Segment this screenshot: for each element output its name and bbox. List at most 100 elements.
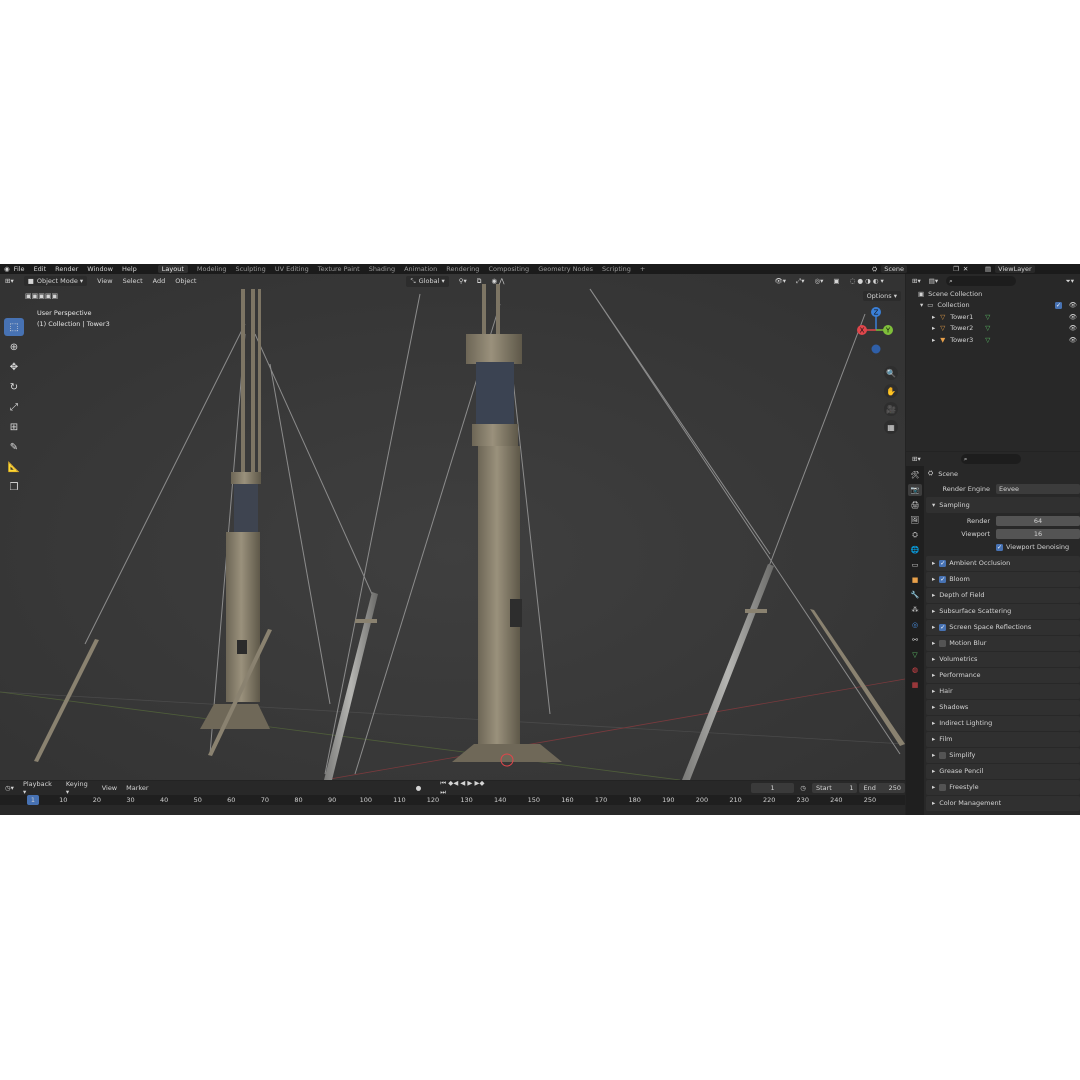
play-icon[interactable]: ▶ bbox=[467, 779, 472, 787]
panel-header-depth-of-field[interactable]: ▸ Depth of Field bbox=[926, 587, 1080, 604]
pan-hand-icon[interactable]: ✋ bbox=[884, 384, 898, 398]
viewport-denoising-control[interactable]: ✓ Viewport Denoising bbox=[996, 543, 1069, 551]
tab-geometry-nodes[interactable]: Geometry Nodes bbox=[538, 265, 593, 273]
world-tab-icon[interactable]: 🌐 bbox=[908, 544, 922, 556]
pivot-icon[interactable]: ⚲▾ bbox=[459, 277, 467, 285]
panel-checkbox[interactable] bbox=[939, 783, 947, 791]
transform-tool-icon[interactable]: ⊞ bbox=[4, 418, 24, 436]
material-tab-icon[interactable]: ◍ bbox=[908, 664, 922, 676]
panel-checkbox[interactable] bbox=[939, 751, 947, 759]
zoom-icon[interactable]: 🔍 bbox=[884, 366, 898, 380]
menu-window[interactable]: Window bbox=[87, 265, 113, 273]
tower2-visibility-icon[interactable]: 👁 bbox=[1069, 324, 1077, 332]
add-workspace-icon[interactable]: + bbox=[640, 265, 645, 273]
tab-rendering[interactable]: Rendering bbox=[446, 265, 479, 273]
panel-header-motion-blur[interactable]: ▸ Motion Blur bbox=[926, 635, 1080, 652]
expand-chevron-icon[interactable]: ▸ bbox=[932, 313, 935, 321]
snap-icon[interactable]: ⧉ bbox=[477, 277, 482, 286]
texture-tab-icon[interactable]: ▦ bbox=[908, 679, 922, 691]
data-tab-icon[interactable]: ▽ bbox=[908, 649, 922, 661]
collection-visibility-icon[interactable]: 👁 bbox=[1069, 301, 1077, 309]
current-frame-indicator[interactable]: 1 bbox=[27, 795, 39, 805]
select-box-tool-icon[interactable]: ⬚ bbox=[4, 318, 24, 336]
cursor-tool-icon[interactable]: ⊕ bbox=[4, 338, 24, 356]
menu-timeline-view[interactable]: View bbox=[102, 784, 117, 792]
panel-header-film[interactable]: ▸ Film bbox=[926, 731, 1080, 747]
menu-playback[interactable]: Playback ▾ bbox=[23, 780, 57, 796]
panel-header-indirect-lighting[interactable]: ▸ Indirect Lighting bbox=[926, 715, 1080, 731]
scene-name[interactable]: Scene bbox=[881, 265, 908, 273]
panel-checkbox[interactable]: ✓ bbox=[939, 623, 947, 631]
next-keyframe-icon[interactable]: ▶◆ bbox=[474, 779, 484, 787]
tab-scripting[interactable]: Scripting bbox=[602, 265, 631, 273]
xray-icon[interactable]: ▣ bbox=[833, 277, 839, 285]
transform-orientation-dropdown[interactable]: ⤡ Global ▾ bbox=[406, 275, 449, 287]
selection-mode-icons[interactable]: ▣▣▣▣▣ bbox=[25, 292, 58, 300]
panel-header-subsurface-scattering[interactable]: ▸ Subsurface Scattering bbox=[926, 603, 1080, 620]
object-mode-dropdown[interactable]: ■ Object Mode ▾ bbox=[23, 276, 88, 286]
shading-modes-icon[interactable]: ◌ ● ◑ ◐ ▾ bbox=[850, 277, 884, 285]
panel-header-ambient-occlusion[interactable]: ▸ ✓ Ambient Occlusion bbox=[926, 555, 1080, 572]
panel-header-volumetrics[interactable]: ▸ Volumetrics bbox=[926, 651, 1080, 668]
view-layer-name[interactable]: ViewLayer bbox=[995, 265, 1035, 273]
visibility-icon[interactable]: 👁▾ bbox=[775, 277, 787, 285]
outliner-collection[interactable]: ▾ ▭ Collection ✓ 👁 bbox=[906, 300, 1080, 312]
panel-header-freestyle[interactable]: ▸ Freestyle bbox=[926, 779, 1080, 795]
add-cube-tool-icon[interactable]: ❒ bbox=[4, 478, 24, 496]
annotate-tool-icon[interactable]: ✎ bbox=[4, 438, 24, 456]
menu-render[interactable]: Render bbox=[55, 265, 78, 273]
outliner-item-tower1[interactable]: ▸ ▽ Tower1 ▽ 👁 bbox=[906, 311, 1080, 323]
record-button[interactable]: ● bbox=[416, 784, 422, 792]
editor-type-icon[interactable]: ⊞▾ bbox=[5, 277, 14, 285]
menu-select[interactable]: Select bbox=[123, 277, 143, 285]
current-frame-field[interactable]: 1 bbox=[750, 782, 795, 793]
outliner-editor-icon[interactable]: ⊞▾ bbox=[912, 277, 921, 285]
jump-start-icon[interactable]: ⏮ bbox=[440, 779, 446, 787]
tab-uv-editing[interactable]: UV Editing bbox=[275, 265, 309, 273]
panel-header-grease-pencil[interactable]: ▸ Grease Pencil bbox=[926, 763, 1080, 779]
outliner-search-field[interactable]: ⌕ bbox=[946, 276, 1017, 286]
panel-header-simplify[interactable]: ▸ Simplify bbox=[926, 747, 1080, 763]
blender-logo-icon[interactable]: ◉ bbox=[4, 265, 10, 273]
ortho-grid-icon[interactable]: ▦ bbox=[884, 420, 898, 434]
tab-compositing[interactable]: Compositing bbox=[488, 265, 529, 273]
constraints-tab-icon[interactable]: ⚯ bbox=[908, 634, 922, 646]
menu-add[interactable]: Add bbox=[153, 277, 166, 285]
expand-chevron-icon[interactable]: ▾ bbox=[920, 301, 923, 309]
start-frame-field[interactable]: Start 1 bbox=[811, 782, 858, 793]
panel-header-bloom[interactable]: ▸ ✓ Bloom bbox=[926, 571, 1080, 588]
output-tab-icon[interactable]: 🖨 bbox=[908, 499, 922, 511]
expand-chevron-icon[interactable]: ▸ bbox=[932, 324, 935, 332]
outliner-item-tower2[interactable]: ▸ ▽ Tower2 ▽ 👁 bbox=[906, 323, 1080, 335]
expand-chevron-icon[interactable]: ▸ bbox=[932, 336, 935, 344]
render-engine-dropdown[interactable]: Eevee bbox=[996, 484, 1080, 495]
tower1-visibility-icon[interactable]: 👁 bbox=[1069, 313, 1077, 321]
viewport-denoising-checkbox[interactable]: ✓ bbox=[996, 543, 1003, 551]
tab-animation[interactable]: Animation bbox=[404, 265, 437, 273]
tab-texture-paint[interactable]: Texture Paint bbox=[318, 265, 360, 273]
panel-header-performance[interactable]: ▸ Performance bbox=[926, 667, 1080, 684]
menu-view[interactable]: View bbox=[97, 277, 112, 285]
camera-view-icon[interactable]: 🎥 bbox=[884, 402, 898, 416]
proportional-edit-icon[interactable]: ◉ ⋀ bbox=[491, 277, 504, 285]
3d-viewport[interactable]: Z Y X ⊞▾ ■ Object Mode ▾ View Select Add … bbox=[0, 274, 905, 780]
outliner-display-mode-icon[interactable]: ▤▾ bbox=[929, 277, 938, 285]
menu-marker[interactable]: Marker bbox=[126, 784, 148, 792]
preview-range-icon[interactable]: ◷ bbox=[800, 784, 806, 792]
end-frame-field[interactable]: End 250 bbox=[859, 782, 905, 793]
panel-checkbox[interactable]: ✓ bbox=[939, 559, 947, 567]
tool-tab-icon[interactable]: 🛠 bbox=[908, 469, 922, 481]
viewport-samples-field[interactable]: 16 bbox=[996, 529, 1080, 540]
outliner-scene-collection[interactable]: ▣ Scene Collection bbox=[906, 288, 1080, 300]
timeline-editor-icon[interactable]: ◷▾ bbox=[5, 784, 14, 792]
modifier-tab-icon[interactable]: 🔧 bbox=[908, 589, 922, 601]
physics-tab-icon[interactable]: ◎ bbox=[908, 619, 922, 631]
panel-checkbox[interactable] bbox=[939, 639, 947, 647]
tab-sculpting[interactable]: Sculpting bbox=[235, 265, 265, 273]
menu-object[interactable]: Object bbox=[175, 277, 196, 285]
play-reverse-icon[interactable]: ◀ bbox=[460, 779, 465, 787]
scene-tab-icon[interactable]: ⛭ bbox=[908, 529, 922, 541]
menu-help[interactable]: Help bbox=[122, 265, 137, 273]
view-layer-selector[interactable]: ▤ ViewLayer ❐ ✕ bbox=[985, 264, 1080, 274]
new-scene-icon[interactable]: ❐ bbox=[953, 265, 959, 273]
